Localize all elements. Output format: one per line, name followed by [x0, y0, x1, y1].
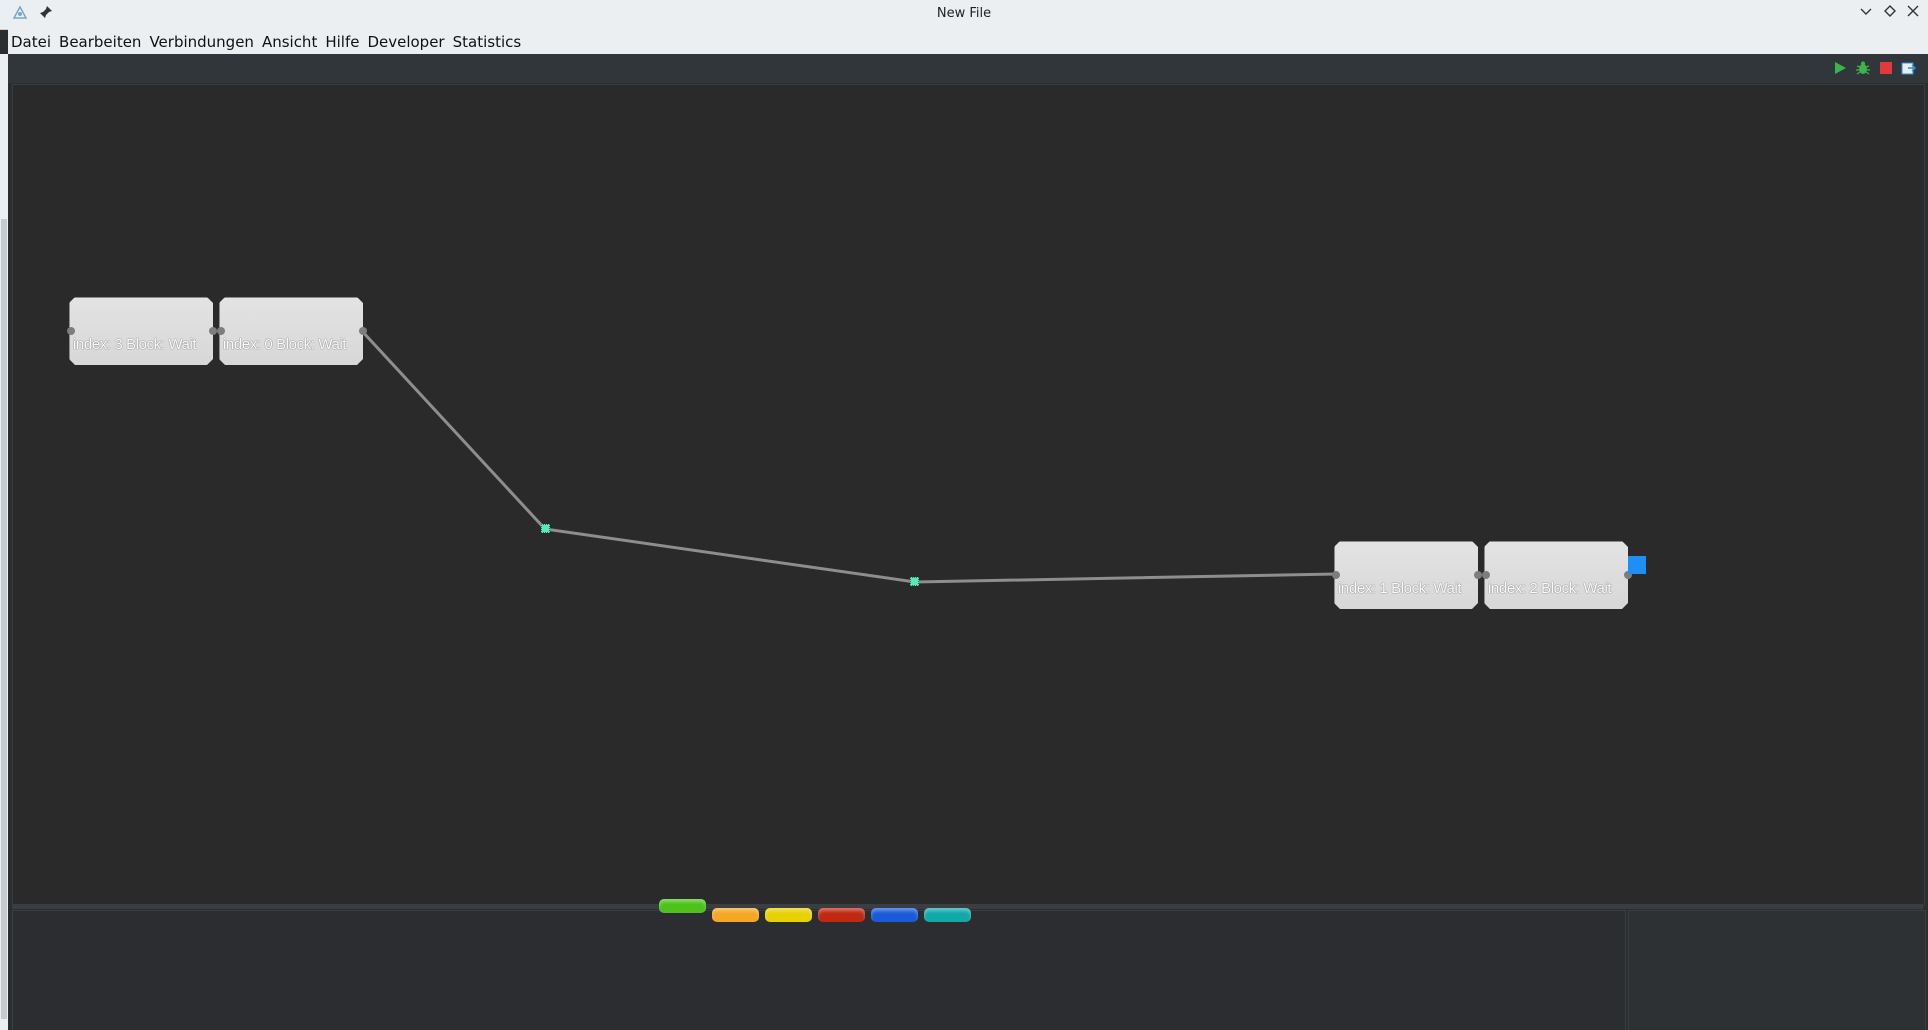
block-label: index: 3 Block: Wait: [73, 336, 197, 353]
connection-waypoint[interactable]: [910, 577, 919, 586]
menu-hilfe[interactable]: Hilfe: [322, 29, 362, 55]
selection-handle[interactable]: [1628, 556, 1646, 574]
block-2-input-port[interactable]: [1482, 571, 1490, 579]
block-0-output-port[interactable]: [359, 327, 367, 335]
left-edge-strip: [0, 54, 8, 1030]
block-wait-3[interactable]: index: 3 Block: Wait: [69, 297, 213, 365]
palette-tab-blue[interactable]: [871, 908, 918, 922]
menu-verbindungen[interactable]: Verbindungen: [146, 29, 256, 55]
block-wait-1[interactable]: index: 1 Block: Wait: [1334, 541, 1478, 609]
block-wait-2[interactable]: index: 2 Block: Wait: [1484, 541, 1628, 609]
palette-tab-teal[interactable]: [924, 908, 971, 922]
block-3-input-port[interactable]: [67, 327, 75, 335]
palette-tab-green[interactable]: [659, 899, 706, 913]
close-icon[interactable]: [1904, 5, 1922, 23]
block-0-input-port[interactable]: [217, 327, 225, 335]
block-label: index: 2 Block: Wait: [1488, 580, 1612, 597]
connection-line[interactable]: [359, 328, 1337, 584]
toolbar: [8, 54, 1928, 83]
menu-datei[interactable]: Datei: [8, 29, 54, 55]
connection-layer: [359, 328, 1337, 584]
menu-ansicht[interactable]: Ansicht: [259, 29, 320, 55]
block-label: index: 1 Block: Wait: [1338, 580, 1462, 597]
maximize-icon[interactable]: [1881, 5, 1899, 23]
bottom-panel: [12, 910, 1626, 1030]
menu-bar: Datei Bearbeiten Verbindungen Ansicht Hilfe D…: [8, 29, 1928, 54]
palette-tab-yellow[interactable]: [765, 908, 812, 922]
block-label: index: 0 Block: Wait: [223, 336, 347, 353]
export-icon[interactable]: [1901, 60, 1917, 76]
palette-tab-orange[interactable]: [712, 908, 759, 922]
palette-tab-red[interactable]: [818, 908, 865, 922]
block-1-output-port[interactable]: [1474, 571, 1482, 579]
title-bar: New File: [0, 0, 1928, 30]
bottom-side-panel: [1628, 910, 1926, 1030]
menu-bearbeiten[interactable]: Bearbeiten: [56, 29, 144, 55]
application-window: New File Datei Bearbeiten Verbindungen Ansi…: [0, 0, 1928, 1030]
window-title: New File: [936, 6, 992, 21]
debug-bug-icon[interactable]: [1855, 60, 1871, 76]
diagram-canvas[interactable]: index: 3 Block: Wait index: 0 Block: Wai…: [12, 84, 1925, 906]
block-1-input-port[interactable]: [1332, 571, 1340, 579]
block-wait-0[interactable]: index: 0 Block: Wait: [219, 297, 363, 365]
left-scrollbar[interactable]: [1, 219, 7, 1019]
stop-icon[interactable]: [1878, 60, 1894, 76]
connection-waypoint[interactable]: [541, 524, 550, 533]
minimize-icon[interactable]: [1857, 5, 1875, 23]
run-icon[interactable]: [1832, 60, 1848, 76]
block-3-output-port[interactable]: [209, 327, 217, 335]
menu-developer[interactable]: Developer: [364, 29, 447, 55]
menu-statistics[interactable]: Statistics: [450, 29, 525, 55]
